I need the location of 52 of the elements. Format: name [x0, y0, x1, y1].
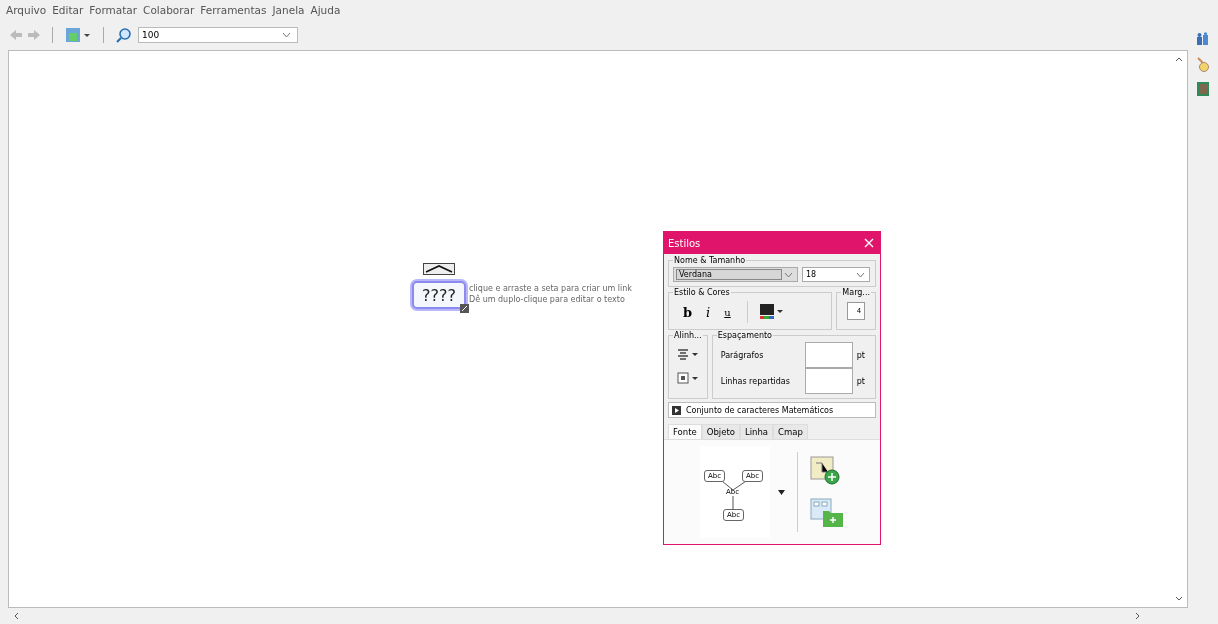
- menu-item[interactable]: Arquivo: [6, 4, 47, 16]
- resize-handle-icon[interactable]: [460, 304, 469, 313]
- group-label: Marg...: [841, 288, 871, 297]
- menu-item[interactable]: Colaborar: [143, 4, 195, 16]
- chevron-icon: [282, 32, 291, 38]
- menu-item[interactable]: Janela: [272, 4, 305, 16]
- unit-label: pt: [855, 376, 865, 386]
- panel-tab[interactable]: Linha: [739, 424, 774, 439]
- scroll-down-icon[interactable]: [1175, 596, 1183, 601]
- charset-expander[interactable]: Conjunto de caracteres Matemáticos: [668, 402, 876, 418]
- zoom-dropdown[interactable]: 100: [138, 27, 298, 43]
- group-label: Alinh...: [673, 331, 703, 340]
- group-label: Espaçamento: [716, 331, 773, 340]
- hint-text: clique e arraste a seta para criar um link: [469, 283, 632, 294]
- spacing-field[interactable]: [804, 368, 853, 394]
- color-picker-icon[interactable]: [759, 304, 784, 320]
- panel-title: Estilos: [668, 237, 701, 249]
- concept-node[interactable]: ????: [412, 281, 466, 309]
- unit-label: pt: [855, 350, 865, 360]
- panel-tab[interactable]: Cmap: [773, 424, 808, 439]
- panel-tab[interactable]: Fonte: [668, 424, 702, 439]
- hint-text: Dê um duplo-clique para editar o texto: [469, 294, 626, 305]
- group-label: Estilo & Cores: [673, 288, 731, 297]
- dropdown-arrow-icon[interactable]: [778, 489, 785, 495]
- italic-button[interactable]: i: [702, 304, 715, 320]
- people-icon[interactable]: [1196, 32, 1210, 46]
- menu-item[interactable]: Editar: [52, 4, 84, 16]
- chevron-icon: [856, 271, 865, 278]
- size-dropdown[interactable]: 18: [802, 267, 870, 282]
- font-dropdown[interactable]: Verdana: [673, 267, 798, 282]
- scroll-right-icon[interactable]: [1135, 612, 1140, 620]
- tools-icon[interactable]: [1196, 56, 1210, 72]
- align-icon[interactable]: [676, 348, 699, 360]
- spacing-label: Linhas repartidas: [719, 376, 791, 386]
- spacing-field[interactable]: [804, 342, 853, 368]
- position-icon[interactable]: [676, 372, 699, 384]
- menu-item[interactable]: Ferramentas: [200, 4, 267, 16]
- link-handle-icon[interactable]: [423, 263, 455, 275]
- panel-tab[interactable]: Objeto: [701, 424, 740, 439]
- group-label: Nome & Tamanho: [673, 256, 747, 265]
- chevron-icon: [784, 271, 793, 278]
- underline-button[interactable]: u: [720, 306, 735, 318]
- scroll-left-icon[interactable]: [14, 612, 19, 620]
- spacing-label: Parágrafos: [719, 350, 765, 360]
- scroll-up-icon[interactable]: [1175, 57, 1183, 62]
- zoom-icon[interactable]: [116, 27, 132, 43]
- close-icon[interactable]: [864, 238, 874, 248]
- menu-item[interactable]: Ajuda: [310, 4, 341, 16]
- bold-button[interactable]: b: [679, 304, 697, 320]
- menu-item[interactable]: Formatar: [89, 4, 138, 16]
- expand-icon: [672, 405, 681, 415]
- add-style-icon[interactable]: [810, 456, 842, 486]
